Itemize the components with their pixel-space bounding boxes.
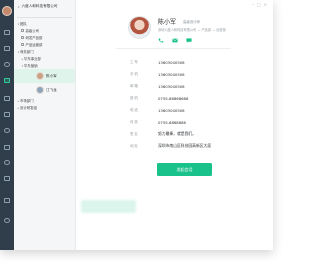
cloud-icon[interactable] [4, 198, 10, 203]
phone-icon[interactable] [4, 176, 10, 181]
field-row: 电话 13603040506 [130, 107, 185, 113]
folder-icon [21, 43, 24, 46]
field-row: 邮箱 13603040506 [130, 83, 185, 89]
avatar [36, 86, 44, 94]
message-icon[interactable] [186, 38, 192, 43]
folder-icon[interactable] [4, 96, 10, 101]
app-window: ▾ 六度人和科技有限公司 ▾ 团队 高级公司 研发产品部 产品运营部 ▾ 商务部… [0, 0, 273, 250]
tree-node[interactable]: ▸ 设计研发组 [14, 104, 75, 111]
profile-department: 深圳六度人和科技有限公司 — 产品部 — 运营部 [158, 28, 226, 32]
tree-node[interactable]: ▾ 商务部门 [14, 48, 75, 55]
grid-icon[interactable] [4, 145, 10, 150]
field-row: 地址 深圳市南山区科技园高新区大厦 [130, 143, 212, 148]
chevron-down-icon: ▾ [18, 4, 20, 9]
tree-divider [17, 14, 72, 18]
user-avatar[interactable] [2, 6, 12, 16]
profile-actions [158, 38, 192, 43]
settings-icon[interactable] [4, 160, 10, 165]
folder-icon [21, 29, 24, 32]
org-header[interactable]: ▾ 六度人和科技有限公司 [14, 0, 75, 13]
contacts-icon[interactable] [4, 78, 10, 83]
maximize-icon[interactable]: □ [257, 2, 261, 7]
folder-icon [21, 36, 24, 39]
chat-icon[interactable] [4, 30, 10, 35]
window-controls: – □ × [252, 2, 267, 7]
mail-icon[interactable] [172, 38, 178, 43]
field-row: 工号 13603040506 [130, 59, 185, 65]
field-row: 签名 努力最棒，就是我们。 [130, 131, 196, 136]
field-row: 传真 0755-6868686 [130, 119, 186, 125]
minimize-icon[interactable]: – [252, 2, 254, 7]
tree-node[interactable]: ▾ 团队 [14, 20, 75, 27]
tree-node[interactable]: 研发产品部 [14, 34, 75, 41]
tree-node[interactable]: 产品运营部 [14, 41, 75, 48]
divider [116, 48, 231, 49]
tree-node[interactable]: ▸ 市场部门 [14, 97, 75, 104]
tree-node[interactable]: 高级公司 [14, 27, 75, 34]
org-tree-panel: ▾ 六度人和科技有限公司 ▾ 团队 高级公司 研发产品部 产品运营部 ▾ 商务部… [14, 0, 76, 250]
clock-icon[interactable] [4, 62, 10, 67]
tree-node[interactable]: ▾ 华东营销 [14, 62, 75, 69]
avatar [36, 72, 44, 80]
close-icon[interactable]: × [264, 2, 267, 7]
field-row: 手机 13603040506 [130, 71, 185, 77]
tree-node[interactable]: ▸ 华东事业部 [14, 55, 75, 62]
left-rail [0, 0, 14, 250]
org-company-name: 六度人和科技有限公司 [21, 4, 58, 8]
field-row: 座机 0755-86868686 [130, 95, 189, 101]
calendar-icon[interactable] [4, 112, 10, 117]
send-message-button[interactable]: 发起会话 [157, 163, 212, 176]
profile-photo [128, 16, 151, 39]
tree-person[interactable]: 江飞龙 [14, 83, 75, 97]
phone-icon[interactable] [158, 38, 164, 43]
more-icon[interactable] [4, 218, 10, 223]
button-reflection [81, 200, 136, 213]
mail-icon[interactable] [4, 46, 10, 51]
globe-icon[interactable] [4, 128, 10, 133]
profile-title: 高级设计师 [183, 20, 200, 24]
profile-name: 陈小军 [158, 19, 177, 26]
tree-person-selected[interactable]: 陈小军 [14, 69, 75, 83]
